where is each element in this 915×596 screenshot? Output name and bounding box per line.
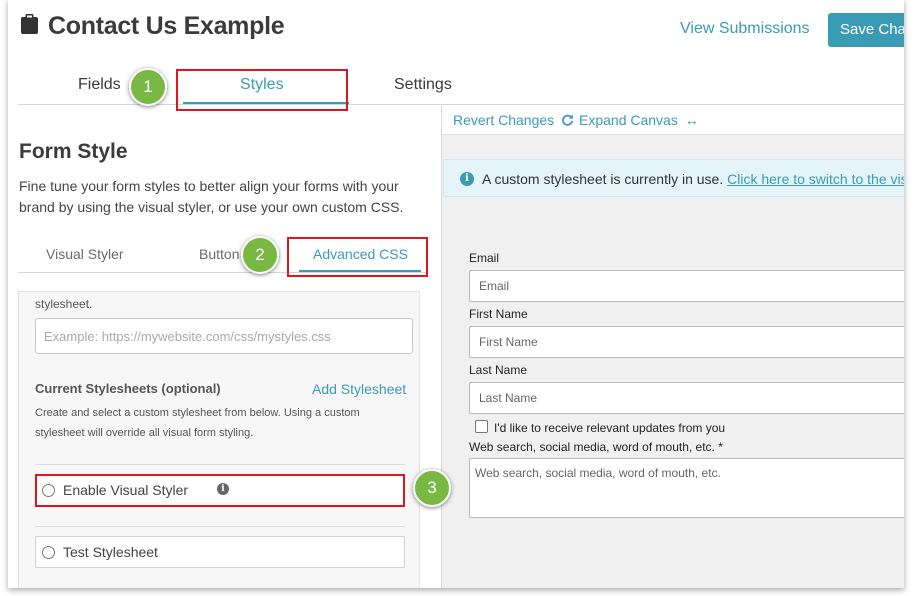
email-field[interactable] xyxy=(469,270,904,302)
email-label: Email xyxy=(469,251,500,265)
updates-checkbox[interactable] xyxy=(475,420,488,433)
expand-arrows-icon: ↔ xyxy=(684,112,699,128)
app-window: Contact Us Example View Submissions Save… xyxy=(8,0,904,588)
current-stylesheets-title: Current Stylesheets (optional) xyxy=(35,381,221,396)
expand-canvas-button[interactable]: Expand Canvas ↔ xyxy=(579,112,699,128)
canvas-toolbar: Revert Changes Expand Canvas ↔ xyxy=(442,106,904,135)
source-textarea[interactable] xyxy=(469,458,904,518)
highlight-advanced-css-tab xyxy=(287,237,428,277)
form-style-description: Fine tune your form styles to better ali… xyxy=(19,178,404,215)
first-name-field[interactable] xyxy=(469,326,904,358)
highlight-styles-tab xyxy=(176,69,348,111)
view-submissions-link[interactable]: View Submissions xyxy=(680,20,810,38)
switch-to-visual-styler-link[interactable]: Click here to switch to the visual style… xyxy=(727,171,904,187)
last-name-field[interactable] xyxy=(469,382,904,414)
divider xyxy=(35,464,405,465)
radio-button[interactable] xyxy=(42,546,55,559)
preview-canvas: Revert Changes Expand Canvas ↔ i A custo… xyxy=(441,106,904,588)
advanced-css-panel: stylesheet. Current Stylesheets (optiona… xyxy=(18,291,420,588)
option-label: Test Stylesheet xyxy=(63,544,158,560)
callout-badge-3: 3 xyxy=(413,469,451,507)
stylesheet-alert: i A custom stylesheet is currently in us… xyxy=(443,159,904,197)
revert-changes-button[interactable]: Revert Changes xyxy=(453,112,574,128)
divider xyxy=(35,526,405,527)
revert-label: Revert Changes xyxy=(453,112,555,128)
stylesheet-url-input[interactable] xyxy=(35,318,413,354)
first-name-label: First Name xyxy=(469,307,528,321)
tab-button[interactable]: Button xyxy=(199,246,245,262)
page-title: Contact Us Example xyxy=(48,12,285,40)
last-name-label: Last Name xyxy=(469,363,528,377)
style-panel: Form Style Fine tune your form styles to… xyxy=(8,106,440,588)
expand-label: Expand Canvas xyxy=(579,112,678,128)
callout-badge-1: 1 xyxy=(129,68,167,106)
alert-text: A custom stylesheet is currently in use.… xyxy=(482,171,904,187)
alert-message: A custom stylesheet is currently in use. xyxy=(482,171,724,187)
option-test-stylesheet[interactable]: Test Stylesheet xyxy=(35,536,405,568)
info-icon: i xyxy=(460,172,474,186)
updates-checkbox-label: I'd like to receive relevant updates fro… xyxy=(494,421,726,435)
add-stylesheet-link[interactable]: Add Stylesheet xyxy=(312,381,406,397)
header: Contact Us Example View Submissions Save… xyxy=(8,0,904,60)
save-changes-button[interactable]: Save Changes xyxy=(828,13,904,47)
clipboard-icon xyxy=(21,14,38,34)
form-style-title: Form Style xyxy=(19,140,128,163)
source-label: Web search, social media, word of mouth,… xyxy=(469,440,723,454)
refresh-icon xyxy=(562,114,574,126)
stylesheet-text: stylesheet. xyxy=(35,297,93,311)
current-stylesheets-description: Create and select a custom stylesheet fr… xyxy=(35,407,360,439)
callout-badge-2: 2 xyxy=(241,236,279,274)
tab-settings[interactable]: Settings xyxy=(394,76,452,94)
highlight-enable-visual-styler xyxy=(35,474,405,507)
tab-visual-styler[interactable]: Visual Styler xyxy=(46,246,124,262)
tab-fields[interactable]: Fields xyxy=(78,76,121,94)
